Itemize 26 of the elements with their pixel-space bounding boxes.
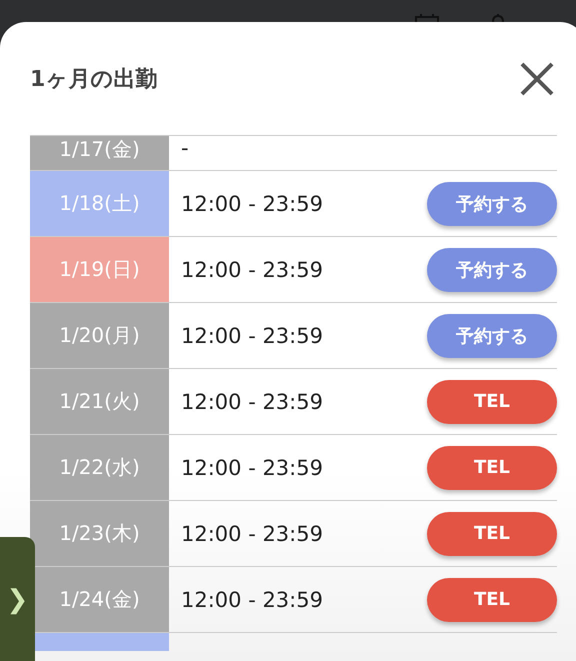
side-tab[interactable]: ❯ bbox=[0, 537, 35, 661]
date-cell: 1/22(水) bbox=[30, 435, 169, 500]
date-cell: 1/18(土) bbox=[30, 171, 169, 236]
date-cell: 1/23(木) bbox=[30, 501, 169, 566]
tel-button[interactable]: TEL bbox=[427, 380, 557, 424]
hours-cell-text: 12:00 - 23:59 bbox=[180, 256, 324, 284]
tel-button[interactable]: TEL bbox=[427, 446, 557, 490]
bell-icon[interactable] bbox=[490, 14, 506, 22]
reserve-button[interactable]: 予約する bbox=[427, 314, 557, 358]
date-cell: 1/20(月) bbox=[30, 303, 169, 368]
modal-title: 1ヶ月の出勤 bbox=[30, 66, 158, 94]
tel-button[interactable]: TEL bbox=[427, 578, 557, 622]
hours-cell-text: 12:00 - 23:59 bbox=[180, 190, 324, 218]
hours-cell-text: 12:00 - 23:59 bbox=[180, 586, 324, 614]
reserve-button[interactable]: 予約する bbox=[427, 182, 557, 226]
hours-cell-text: 12:00 - 23:59 bbox=[180, 454, 324, 482]
date-cell: 1/17(金) bbox=[30, 136, 169, 170]
date-cell: 1/21(火) bbox=[30, 369, 169, 434]
hours-cell-text: - bbox=[180, 136, 190, 162]
reserve-button[interactable]: 予約する bbox=[427, 248, 557, 292]
hours-cell-text: 12:00 - 23:59 bbox=[180, 520, 324, 548]
date-cell: 1/19(日) bbox=[30, 237, 169, 302]
tel-button[interactable]: TEL bbox=[427, 512, 557, 556]
hours-cell-text: 12:00 - 23:59 bbox=[180, 388, 324, 416]
hours-cell-text: 12:00 - 23:59 bbox=[180, 322, 324, 350]
calendar-icon[interactable] bbox=[414, 14, 440, 22]
